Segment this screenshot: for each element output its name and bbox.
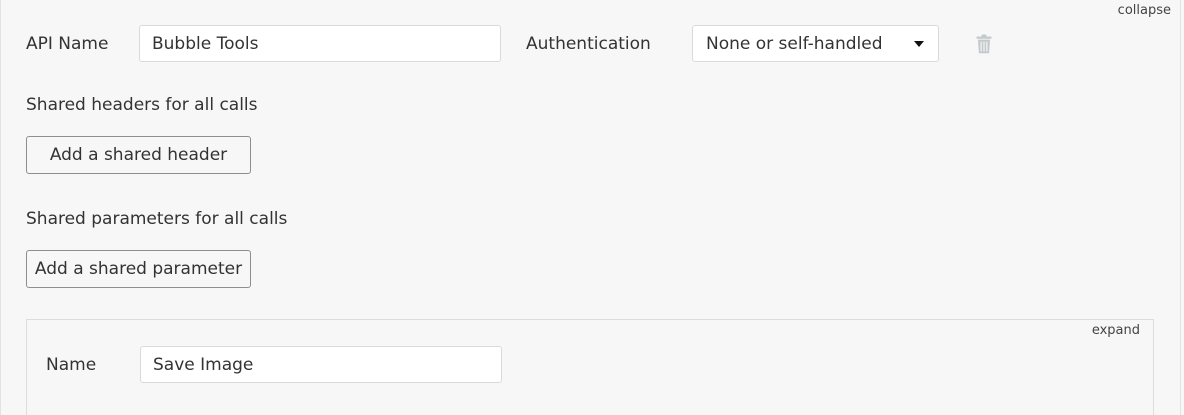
collapse-link[interactable]: collapse (1118, 3, 1171, 19)
authentication-label: Authentication (526, 34, 651, 54)
add-shared-header-button[interactable]: Add a shared header (26, 136, 251, 174)
shared-headers-heading: Shared headers for all calls (26, 95, 258, 115)
api-connector-panel: collapse API Name Authentication None or… (0, 0, 1184, 415)
expand-link[interactable]: expand (1092, 323, 1140, 339)
panel-left-border (0, 0, 1, 415)
add-shared-parameter-button[interactable]: Add a shared parameter (26, 250, 251, 288)
api-call-card: expand Name (26, 319, 1154, 415)
call-name-label: Name (46, 355, 97, 375)
trash-icon[interactable] (976, 34, 992, 54)
authentication-selected-value: None or self-handled (706, 33, 883, 54)
shared-parameters-heading: Shared parameters for all calls (26, 209, 288, 229)
call-name-input[interactable] (140, 346, 502, 383)
api-name-label: API Name (26, 34, 109, 54)
authentication-dropdown[interactable]: None or self-handled (692, 25, 939, 62)
panel-right-border (1180, 0, 1181, 415)
caret-down-icon (914, 40, 924, 47)
api-name-input[interactable] (139, 25, 501, 62)
